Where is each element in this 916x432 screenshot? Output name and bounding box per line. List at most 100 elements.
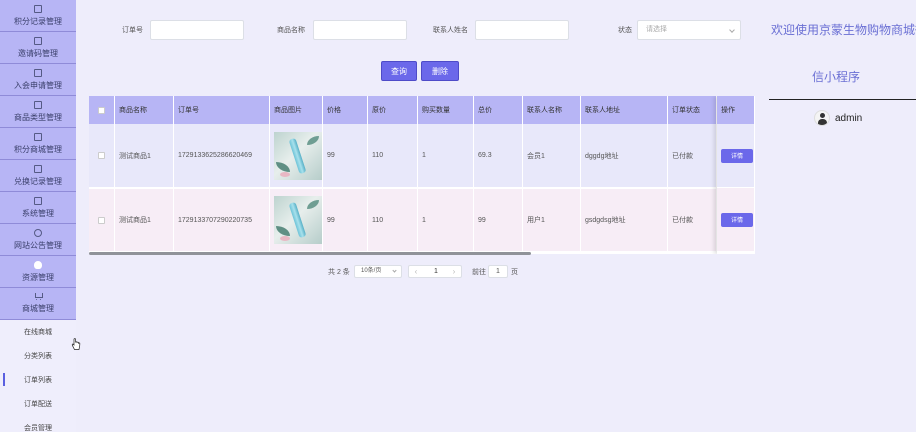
chevron-right-icon[interactable]: › (449, 267, 459, 277)
cell-product-image (270, 189, 323, 251)
detail-button[interactable]: 详情 (721, 148, 753, 163)
contact-name-label: 联系人姓名 (433, 27, 468, 34)
doc-icon (34, 164, 42, 173)
search-form: 订单号 商品名称 联系人姓名 状态 请选择 (76, 20, 756, 40)
menu-item-exchange-records[interactable]: 兑换记录管理 (0, 160, 76, 192)
chevron-left-icon[interactable]: ‹ (411, 267, 421, 277)
header-order-status: 订单状态 (668, 96, 717, 124)
header-original-price: 原价 (368, 96, 418, 124)
avatar[interactable] (814, 110, 830, 126)
submenu-online-mall[interactable]: 在线商城 (0, 320, 76, 344)
menu-item-label: 系统管理 (22, 208, 54, 218)
menu-item-label: 入会申请管理 (14, 80, 62, 90)
cell-contact-address: gsdgdsg地址 (581, 189, 668, 251)
divider (769, 99, 916, 100)
page-number-current[interactable]: 1 (429, 267, 443, 277)
menu-item-product-types[interactable]: 商品类型管理 (0, 96, 76, 128)
checkbox[interactable] (98, 216, 105, 224)
page-size-select[interactable]: 10条/页 (354, 265, 402, 278)
menu-item-points-mall[interactable]: 积分商城管理 (0, 128, 76, 160)
order-no-label: 订单号 (122, 27, 143, 34)
menu-item-resources[interactable]: 资源管理 (0, 256, 76, 288)
doc-icon (34, 36, 42, 45)
table-horizontal-scrollbar[interactable] (89, 252, 531, 255)
menu-item-label: 兑换记录管理 (14, 176, 62, 186)
menu-item-label: 网站公告管理 (14, 240, 62, 250)
header-price: 价格 (323, 96, 368, 124)
menu-item-label: 商品类型管理 (14, 112, 62, 122)
contact-name-input[interactable] (475, 20, 569, 40)
menu-item-announcements[interactable]: 网站公告管理 (0, 224, 76, 256)
chevron-down-icon (729, 27, 735, 33)
cell-price: 99 (323, 124, 368, 187)
row-select[interactable] (89, 124, 115, 187)
orders-table: 商品名称 订单号 商品图片 价格 原价 购买数量 总价 联系人名称 联系人地址 … (89, 96, 755, 254)
row-select[interactable] (89, 189, 115, 251)
submenu-category-list[interactable]: 分类列表 (0, 344, 76, 368)
doc-icon (34, 100, 42, 109)
submenu-label: 在线商城 (24, 329, 52, 336)
cell-quantity: 1 (418, 189, 474, 251)
pagination-total: 共 2 条 (328, 269, 350, 276)
cell-order-status: 已付款 (668, 124, 717, 187)
mall-submenu: 在线商城 分类列表 订单列表 订单配送 会员管理 (0, 320, 76, 432)
submenu-label: 会员管理 (24, 425, 52, 432)
info-icon (34, 228, 42, 237)
cell-product-name: 测试商品1 (115, 124, 174, 187)
submenu-order-list[interactable]: 订单列表 (0, 368, 76, 392)
product-thumbnail (274, 196, 322, 244)
operations-column: 操作 详情 详情 (717, 96, 755, 254)
cell-price: 99 (323, 189, 368, 251)
submenu-label: 订单配送 (24, 401, 52, 408)
menu-item-system[interactable]: 系统管理 (0, 192, 76, 224)
detail-button[interactable]: 详情 (721, 212, 753, 227)
status-label: 状态 (618, 27, 632, 34)
header-contact-name: 联系人名称 (523, 96, 581, 124)
menu-item-membership-applications[interactable]: 入会申请管理 (0, 64, 76, 96)
submenu-label: 订单列表 (24, 377, 52, 384)
pagination: 共 2 条 10条/页 ‹ 1 › 前往 1 页 (76, 265, 756, 278)
cell-total: 69.3 (474, 124, 523, 187)
menu-item-invite-codes[interactable]: 邀请码管理 (0, 32, 76, 64)
product-name-input[interactable] (313, 20, 407, 40)
delete-button[interactable]: 删除 (421, 61, 459, 81)
cell-order-status: 已付款 (668, 189, 717, 251)
username[interactable]: admin (835, 113, 862, 124)
header-select-all[interactable] (89, 96, 115, 124)
cell-product-name: 测试商品1 (115, 189, 174, 251)
sidebar: 积分记录管理 邀请码管理 入会申请管理 商品类型管理 积分商城管理 兑换记录管理… (0, 0, 76, 432)
welcome-subtitle: 信小程序 (811, 70, 860, 84)
table-row: 测试商品1 1729133707290220735 99 110 1 99 用户… (89, 188, 755, 251)
hand-cursor-icon (71, 338, 81, 350)
status-select[interactable]: 请选择 (637, 20, 741, 40)
product-thumbnail (274, 131, 322, 180)
menu-item-label: 资源管理 (22, 272, 54, 282)
page-size-value: 10条/页 (361, 268, 382, 274)
chevron-down-icon (392, 268, 397, 273)
checkbox[interactable] (98, 106, 105, 114)
menu-item-mall[interactable]: 商城管理 (0, 288, 76, 320)
doc-icon (34, 132, 42, 141)
user-info[interactable]: admin (814, 109, 862, 127)
goto-page-input[interactable]: 1 (488, 265, 508, 278)
checkbox[interactable] (98, 152, 105, 159)
cell-order-no: 1729133625286620469 (174, 124, 270, 187)
submenu-members[interactable]: 会员管理 (0, 416, 76, 432)
query-button[interactable]: 查询 (381, 61, 417, 81)
order-no-input[interactable] (150, 20, 244, 40)
menu-item-points-records[interactable]: 积分记录管理 (0, 0, 76, 32)
main-content: 订单号 商品名称 联系人姓名 状态 请选择 查询 删除 商品名称 订单号 商品图… (76, 0, 756, 432)
cell-actions: 详情 (717, 188, 755, 251)
image-icon (34, 196, 42, 205)
header-product-image: 商品图片 (270, 96, 323, 124)
cart-icon (34, 293, 43, 300)
header-contact-address: 联系人地址 (581, 96, 668, 124)
submenu-order-delivery[interactable]: 订单配送 (0, 392, 76, 416)
page-suffix: 页 (511, 269, 518, 276)
status-placeholder: 请选择 (646, 26, 667, 33)
cell-total: 99 (474, 189, 523, 251)
table-header: 商品名称 订单号 商品图片 价格 原价 购买数量 总价 联系人名称 联系人地址 … (89, 96, 755, 124)
doc-icon (34, 68, 42, 77)
header-total: 总价 (474, 96, 523, 124)
menu-item-label: 积分商城管理 (14, 144, 62, 154)
